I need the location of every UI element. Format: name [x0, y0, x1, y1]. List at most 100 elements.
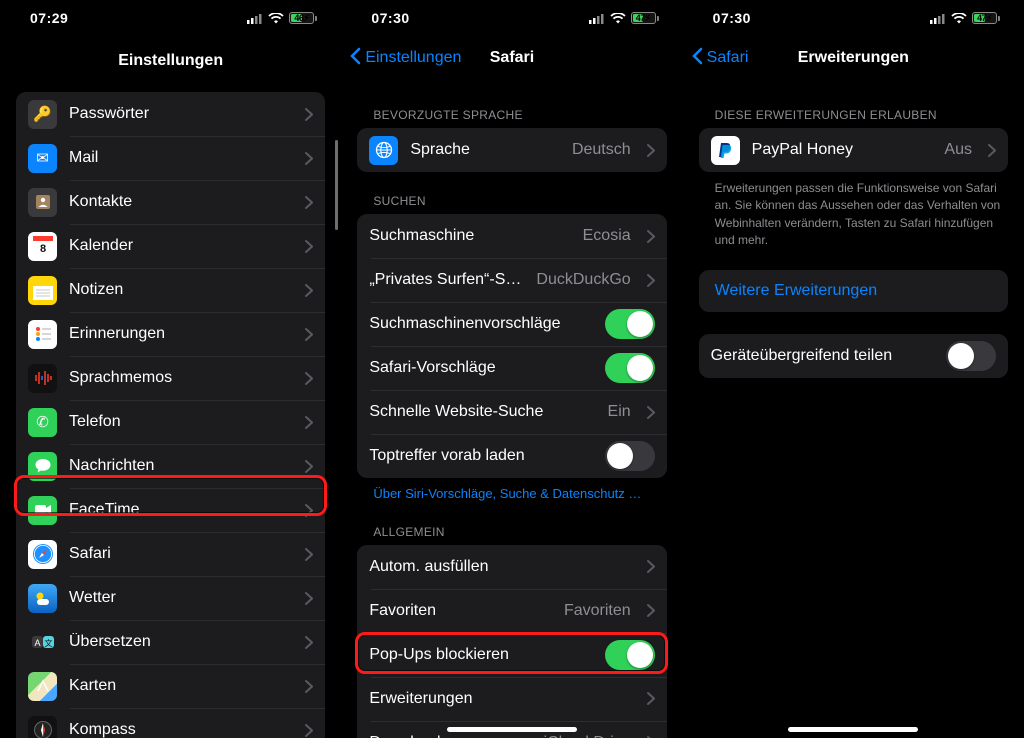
screen-settings: 07:29 46⚡︎ Einstellungen 🔑Passwörter ✉︎M… [0, 0, 341, 738]
row-private-search-engine[interactable]: „Privates Surfen“-Suchm.DuckDuckGo [357, 258, 666, 302]
chevron-right-icon [305, 328, 313, 341]
settings-row-mail[interactable]: ✉︎Mail [16, 136, 325, 180]
chevron-right-icon [305, 504, 313, 517]
clock: 07:30 [713, 10, 751, 26]
settings-row-reminders[interactable]: Erinnerungen [16, 312, 325, 356]
chevron-right-icon [647, 604, 655, 617]
settings-row-maps[interactable]: Karten [16, 664, 325, 708]
status-bar: 07:30 47⚡︎ [341, 0, 682, 36]
clock: 07:30 [371, 10, 409, 26]
svg-text:8: 8 [39, 243, 45, 255]
row-language[interactable]: Sprache Deutsch [357, 128, 666, 172]
home-indicator[interactable] [447, 727, 577, 732]
status-bar: 07:30 47⚡︎ [683, 0, 1024, 36]
cellular-icon [589, 13, 605, 24]
cellular-icon [930, 13, 946, 24]
chevron-right-icon [305, 240, 313, 253]
chevron-right-icon [647, 560, 655, 573]
row-favorites[interactable]: FavoritenFavoriten [357, 589, 666, 633]
nav-header: Einstellungen [0, 36, 341, 86]
settings-row-calendar[interactable]: 8Kalender [16, 224, 325, 268]
maps-icon [28, 672, 57, 701]
chevron-left-icon [691, 47, 703, 70]
reminders-icon [28, 320, 57, 349]
battery-icon: 47⚡︎ [631, 12, 659, 24]
row-safari-suggestions: Safari-Vorschläge [357, 346, 666, 390]
toggle-safari-suggestions[interactable] [605, 353, 655, 383]
toggle-share-across-devices[interactable] [946, 341, 996, 371]
chevron-right-icon [305, 460, 313, 473]
settings-row-messages[interactable]: Nachrichten [16, 444, 325, 488]
settings-row-safari[interactable]: Safari [16, 532, 325, 576]
page-title: Safari [490, 49, 534, 67]
row-extension-paypal-honey[interactable]: PayPal Honey Aus [699, 128, 1008, 172]
calendar-icon: 8 [28, 232, 57, 261]
row-block-popups: Pop-Ups blockieren [357, 633, 666, 677]
chevron-right-icon [988, 144, 996, 157]
safari-icon [28, 540, 57, 569]
notes-icon [28, 276, 57, 305]
chevron-right-icon [647, 144, 655, 157]
contacts-icon [28, 188, 57, 217]
chevron-right-icon [305, 680, 313, 693]
row-more-extensions[interactable]: Weitere Erweiterungen [699, 270, 1008, 312]
status-bar: 07:29 46⚡︎ [0, 0, 341, 36]
chevron-right-icon [305, 724, 313, 737]
section-header-language: BEVORZUGTE SPRACHE [373, 108, 662, 122]
row-share-across-devices: Geräteübergreifend teilen [699, 334, 1008, 378]
toggle-preload-tophit[interactable] [605, 441, 655, 471]
back-button[interactable]: Safari [691, 36, 749, 80]
settings-row-voicememos[interactable]: Sprachmemos [16, 356, 325, 400]
back-label: Einstellungen [365, 49, 461, 67]
translate-icon: A文 [28, 628, 57, 657]
chevron-right-icon [305, 592, 313, 605]
scrollbar-indicator [335, 140, 338, 230]
mail-icon: ✉︎ [28, 144, 57, 173]
back-label: Safari [707, 49, 749, 67]
toggle-block-popups[interactable] [605, 640, 655, 670]
phone-icon: ✆ [28, 408, 57, 437]
settings-row-passwords[interactable]: 🔑Passwörter [16, 92, 325, 136]
extensions-caption: Erweiterungen passen die Funktionsweise … [715, 180, 1002, 250]
wifi-icon [951, 13, 967, 24]
chevron-right-icon [647, 692, 655, 705]
row-search-engine-suggestions: Suchmaschinenvorschläge [357, 302, 666, 346]
toggle-search-engine-suggestions[interactable] [605, 309, 655, 339]
facetime-icon [28, 496, 57, 525]
wifi-icon [610, 13, 626, 24]
chevron-right-icon [305, 196, 313, 209]
screen-safari: 07:30 47⚡︎ Einstellungen Safari BEVORZUG… [341, 0, 682, 738]
row-search-engine[interactable]: SuchmaschineEcosia [357, 214, 666, 258]
svg-text:文: 文 [44, 638, 52, 648]
chevron-right-icon [305, 636, 313, 649]
chevron-right-icon [647, 274, 655, 287]
waveform-icon [28, 364, 57, 393]
settings-row-notes[interactable]: Notizen [16, 268, 325, 312]
row-quick-website-search[interactable]: Schnelle Website-SucheEin [357, 390, 666, 434]
link-siri-privacy[interactable]: Über Siri-Vorschläge, Suche & Datenschut… [373, 486, 662, 503]
compass-icon [28, 716, 57, 738]
settings-row-weather[interactable]: Wetter [16, 576, 325, 620]
chevron-right-icon [305, 108, 313, 121]
battery-icon: 47⚡︎ [972, 12, 1000, 24]
chevron-right-icon [305, 548, 313, 561]
settings-row-phone[interactable]: ✆Telefon [16, 400, 325, 444]
settings-row-facetime[interactable]: FaceTime [16, 488, 325, 532]
row-preload-tophit: Toptreffer vorab laden [357, 434, 666, 478]
settings-row-translate[interactable]: A文Übersetzen [16, 620, 325, 664]
chevron-right-icon [647, 230, 655, 243]
paypal-icon [711, 136, 740, 165]
nav-header: Safari Erweiterungen [683, 36, 1024, 80]
key-icon: 🔑 [28, 100, 57, 129]
page-title: Einstellungen [118, 52, 223, 70]
chevron-right-icon [305, 152, 313, 165]
back-button[interactable]: Einstellungen [349, 36, 461, 80]
messages-icon [28, 452, 57, 481]
settings-row-compass[interactable]: Kompass [16, 708, 325, 738]
settings-row-contacts[interactable]: Kontakte [16, 180, 325, 224]
battery-icon: 46⚡︎ [289, 12, 317, 24]
row-extensions[interactable]: Erweiterungen [357, 677, 666, 721]
row-autofill[interactable]: Autom. ausfüllen [357, 545, 666, 589]
page-title: Erweiterungen [798, 49, 909, 67]
home-indicator[interactable] [788, 727, 918, 732]
